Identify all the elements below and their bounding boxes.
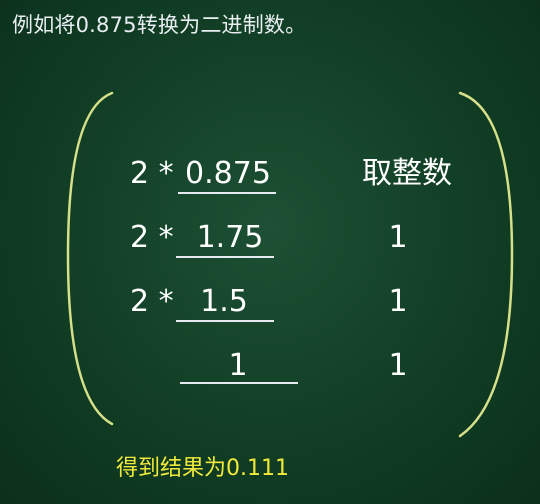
- multiplier-row-2: 2 *: [130, 220, 174, 255]
- underline-row-3: [176, 320, 274, 322]
- operand-row-1: 0.875: [185, 156, 271, 191]
- digit-row-4: 1: [388, 348, 408, 383]
- underline-row-2: [176, 256, 274, 258]
- right-bracket: [458, 91, 514, 438]
- digit-row-2: 1: [388, 220, 408, 255]
- operand-row-3: 1.5: [200, 284, 248, 319]
- digit-row-3: 1: [388, 284, 408, 319]
- multiplier-row-1: 2 *: [130, 156, 174, 191]
- underline-row-1: [178, 192, 276, 194]
- integer-part-header: 取整数: [362, 156, 452, 191]
- result-text: 得到结果为0.111: [116, 456, 289, 481]
- multiplier-row-3: 2 *: [130, 284, 174, 319]
- operand-row-2: 1.75: [196, 220, 264, 255]
- slide: 例如将0.875转换为二进制数。 2 * 0.875 2 * 1.75 2 * …: [0, 0, 540, 504]
- underline-row-4: [180, 382, 298, 384]
- left-bracket: [66, 91, 114, 426]
- operand-row-4: 1: [228, 348, 248, 383]
